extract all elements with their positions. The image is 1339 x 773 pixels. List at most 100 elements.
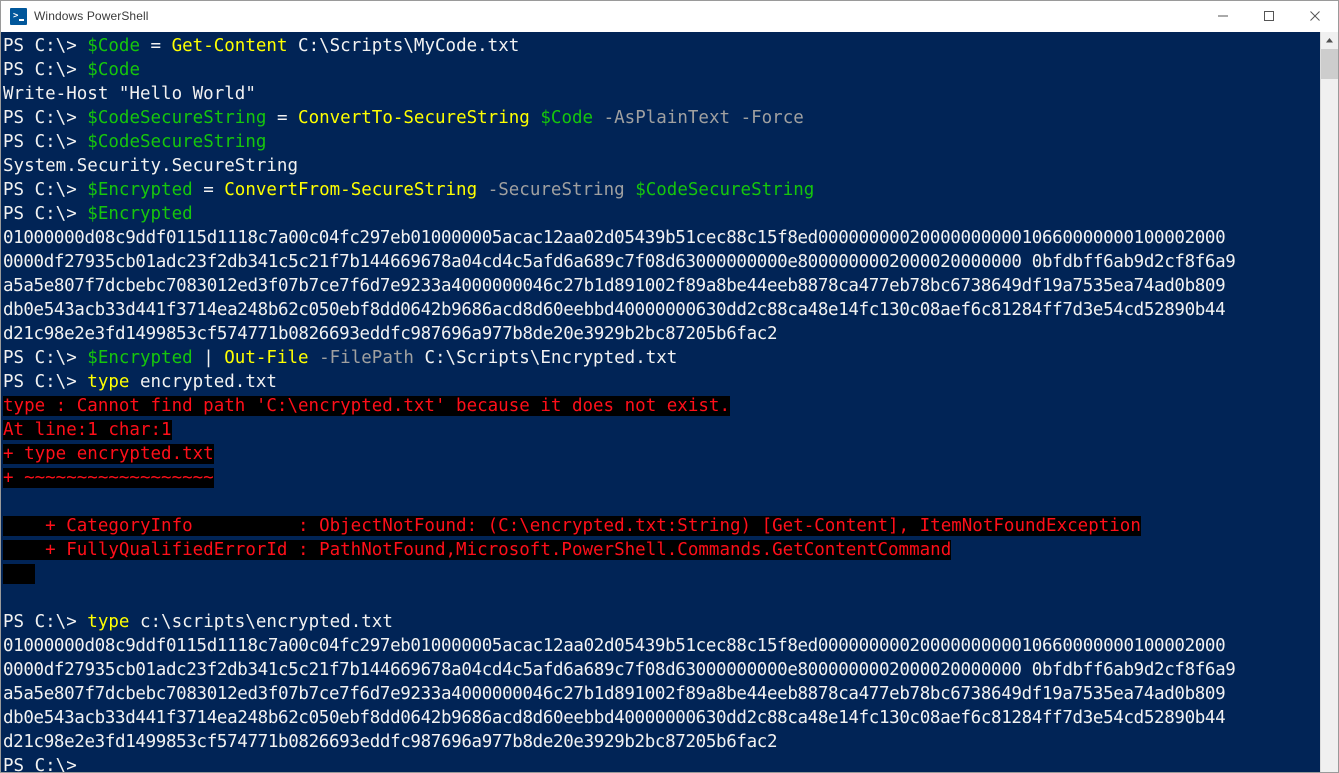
powershell-icon: >	[10, 7, 27, 25]
console-token: =	[139, 36, 172, 56]
console-token: -FilePath	[319, 348, 414, 368]
console-token: $Encrypted	[87, 204, 193, 224]
console-token: c:\scripts\encrypted.txt	[129, 612, 393, 632]
scrollbar-track[interactable]	[1321, 49, 1338, 772]
console-token: $CodeSecureString	[87, 108, 267, 128]
hex-output-text: db0e543acb33d441f3714ea248b62c050ebf8dd0…	[3, 300, 1226, 320]
console-line: PS C:\> type encrypted.txt	[1, 370, 1320, 394]
hex-output-text: a5a5e807f7dcbebc7083012ed3f07b7ce7f6d7e9…	[3, 276, 1226, 296]
console-token: $Code	[87, 60, 140, 80]
console-token: PS C:\>	[3, 108, 88, 128]
console-token	[530, 108, 541, 128]
console-token	[625, 180, 636, 200]
console-line: PS C:\> $CodeSecureString = ConvertTo-Se…	[1, 106, 1320, 130]
console-token: PS C:\>	[3, 132, 88, 152]
window-controls	[1200, 1, 1338, 31]
error-text: + FullyQualifiedErrorId : PathNotFound,M…	[3, 540, 952, 560]
console-line: db0e543acb33d441f3714ea248b62c050ebf8dd0…	[1, 706, 1320, 730]
console-token: Write-Host "Hello World"	[3, 84, 256, 104]
console-line-list: PS C:\> $Code = Get-Content C:\Scripts\M…	[1, 34, 1320, 772]
console-line: Write-Host "Hello World"	[1, 82, 1320, 106]
console-token	[593, 108, 604, 128]
console-line: At line:1 char:1	[1, 418, 1320, 442]
error-text: + CategoryInfo : ObjectNotFound: (C:\enc…	[3, 516, 1141, 536]
error-text: + type encrypted.txt	[3, 444, 214, 464]
console-area: PS C:\> $Code = Get-Content C:\Scripts\M…	[1, 32, 1338, 772]
window-title: Windows PowerShell	[34, 9, 149, 23]
console-token: $CodeSecureString	[635, 180, 815, 200]
console-token: PS C:\>	[3, 204, 88, 224]
error-text	[3, 564, 35, 584]
hex-output-text: 0000df27935cb01adc23f2db341c5c21f7b14466…	[3, 660, 1236, 680]
console-line: a5a5e807f7dcbebc7083012ed3f07b7ce7f6d7e9…	[1, 682, 1320, 706]
console-token: PS C:\>	[3, 60, 88, 80]
hex-output-text: 01000000d08c9ddf0115d1118c7a00c04fc297eb…	[3, 228, 1226, 248]
console-token: $CodeSecureString	[87, 132, 267, 152]
console-token: -SecureString	[487, 180, 625, 200]
console-token: type	[87, 372, 130, 392]
minimize-button[interactable]	[1200, 1, 1246, 31]
console-line: 0000df27935cb01adc23f2db341c5c21f7b14466…	[1, 658, 1320, 682]
close-button[interactable]	[1292, 1, 1338, 31]
console-line	[1, 562, 1320, 586]
console-token: C:\Scripts\MyCode.txt	[287, 36, 520, 56]
console-line: + type encrypted.txt	[1, 442, 1320, 466]
console-token: =	[266, 108, 299, 128]
console-token: $Encrypted	[87, 180, 193, 200]
console-line: a5a5e807f7dcbebc7083012ed3f07b7ce7f6d7e9…	[1, 274, 1320, 298]
console-line: PS C:\>	[1, 754, 1320, 772]
maximize-button[interactable]	[1246, 1, 1292, 31]
console-line: PS C:\> $Encrypted | Out-File -FilePath …	[1, 346, 1320, 370]
error-text: + ~~~~~~~~~~~~~~~~~~	[3, 468, 214, 488]
console-line: d21c98e2e3fd1499853cf574771b0826693eddfc…	[1, 730, 1320, 754]
console-line: PS C:\> $Code	[1, 58, 1320, 82]
console-line: db0e543acb33d441f3714ea248b62c050ebf8dd0…	[1, 298, 1320, 322]
powershell-window: > Windows PowerShell PS C:\> $Code = Get…	[0, 0, 1339, 773]
console-token: C:\Scripts\Encrypted.txt	[413, 348, 678, 368]
console-token: encrypted.txt	[129, 372, 277, 392]
console-line: 0000df27935cb01adc23f2db341c5c21f7b14466…	[1, 250, 1320, 274]
console-token	[477, 180, 488, 200]
console-token: -AsPlainText -Force	[603, 108, 804, 128]
console-line: PS C:\> $Encrypted	[1, 202, 1320, 226]
console-token: $Code	[540, 108, 594, 128]
console-line: type : Cannot find path 'C:\encrypted.tx…	[1, 394, 1320, 418]
console-token: System.Security.SecureString	[3, 156, 299, 176]
console-token: PS C:\>	[3, 180, 88, 200]
console-token: ConvertTo-SecureString	[298, 108, 530, 128]
console-token: PS C:\>	[3, 756, 77, 772]
console-token: $Encrypted	[87, 348, 193, 368]
scrollbar-thumb[interactable]	[1321, 49, 1338, 79]
console-line: PS C:\> $Encrypted = ConvertFrom-SecureS…	[1, 178, 1320, 202]
console-line: PS C:\> type c:\scripts\encrypted.txt	[1, 610, 1320, 634]
console-scrollbar[interactable]	[1320, 32, 1338, 772]
console-output[interactable]: PS C:\> $Code = Get-Content C:\Scripts\M…	[1, 32, 1320, 772]
hex-output-text: d21c98e2e3fd1499853cf574771b0826693eddfc…	[3, 732, 778, 752]
console-token	[309, 348, 320, 368]
hex-output-text: d21c98e2e3fd1499853cf574771b0826693eddfc…	[3, 324, 778, 344]
error-text: type : Cannot find path 'C:\encrypted.tx…	[3, 396, 730, 416]
hex-output-text: db0e543acb33d441f3714ea248b62c050ebf8dd0…	[3, 708, 1226, 728]
console-line: 01000000d08c9ddf0115d1118c7a00c04fc297eb…	[1, 226, 1320, 250]
scroll-up-arrow-icon[interactable]	[1321, 32, 1338, 49]
console-line: 01000000d08c9ddf0115d1118c7a00c04fc297eb…	[1, 634, 1320, 658]
error-text: At line:1 char:1	[3, 420, 172, 440]
console-line: + FullyQualifiedErrorId : PathNotFound,M…	[1, 538, 1320, 562]
hex-output-text: a5a5e807f7dcbebc7083012ed3f07b7ce7f6d7e9…	[3, 684, 1226, 704]
console-token: ConvertFrom-SecureString	[224, 180, 478, 200]
title-bar[interactable]: > Windows PowerShell	[1, 1, 1338, 32]
console-token: PS C:\>	[3, 348, 88, 368]
console-line: PS C:\> $Code = Get-Content C:\Scripts\M…	[1, 34, 1320, 58]
console-line: System.Security.SecureString	[1, 154, 1320, 178]
console-token: |	[192, 348, 225, 368]
hex-output-text: 0000df27935cb01adc23f2db341c5c21f7b14466…	[3, 252, 1236, 272]
console-token: Out-File	[224, 348, 309, 368]
console-token: Get-Content	[171, 36, 288, 56]
console-token: PS C:\>	[3, 612, 88, 632]
console-line: + CategoryInfo : ObjectNotFound: (C:\enc…	[1, 514, 1320, 538]
console-token: =	[192, 180, 225, 200]
hex-output-text: 01000000d08c9ddf0115d1118c7a00c04fc297eb…	[3, 636, 1226, 656]
console-token: PS C:\>	[3, 372, 88, 392]
